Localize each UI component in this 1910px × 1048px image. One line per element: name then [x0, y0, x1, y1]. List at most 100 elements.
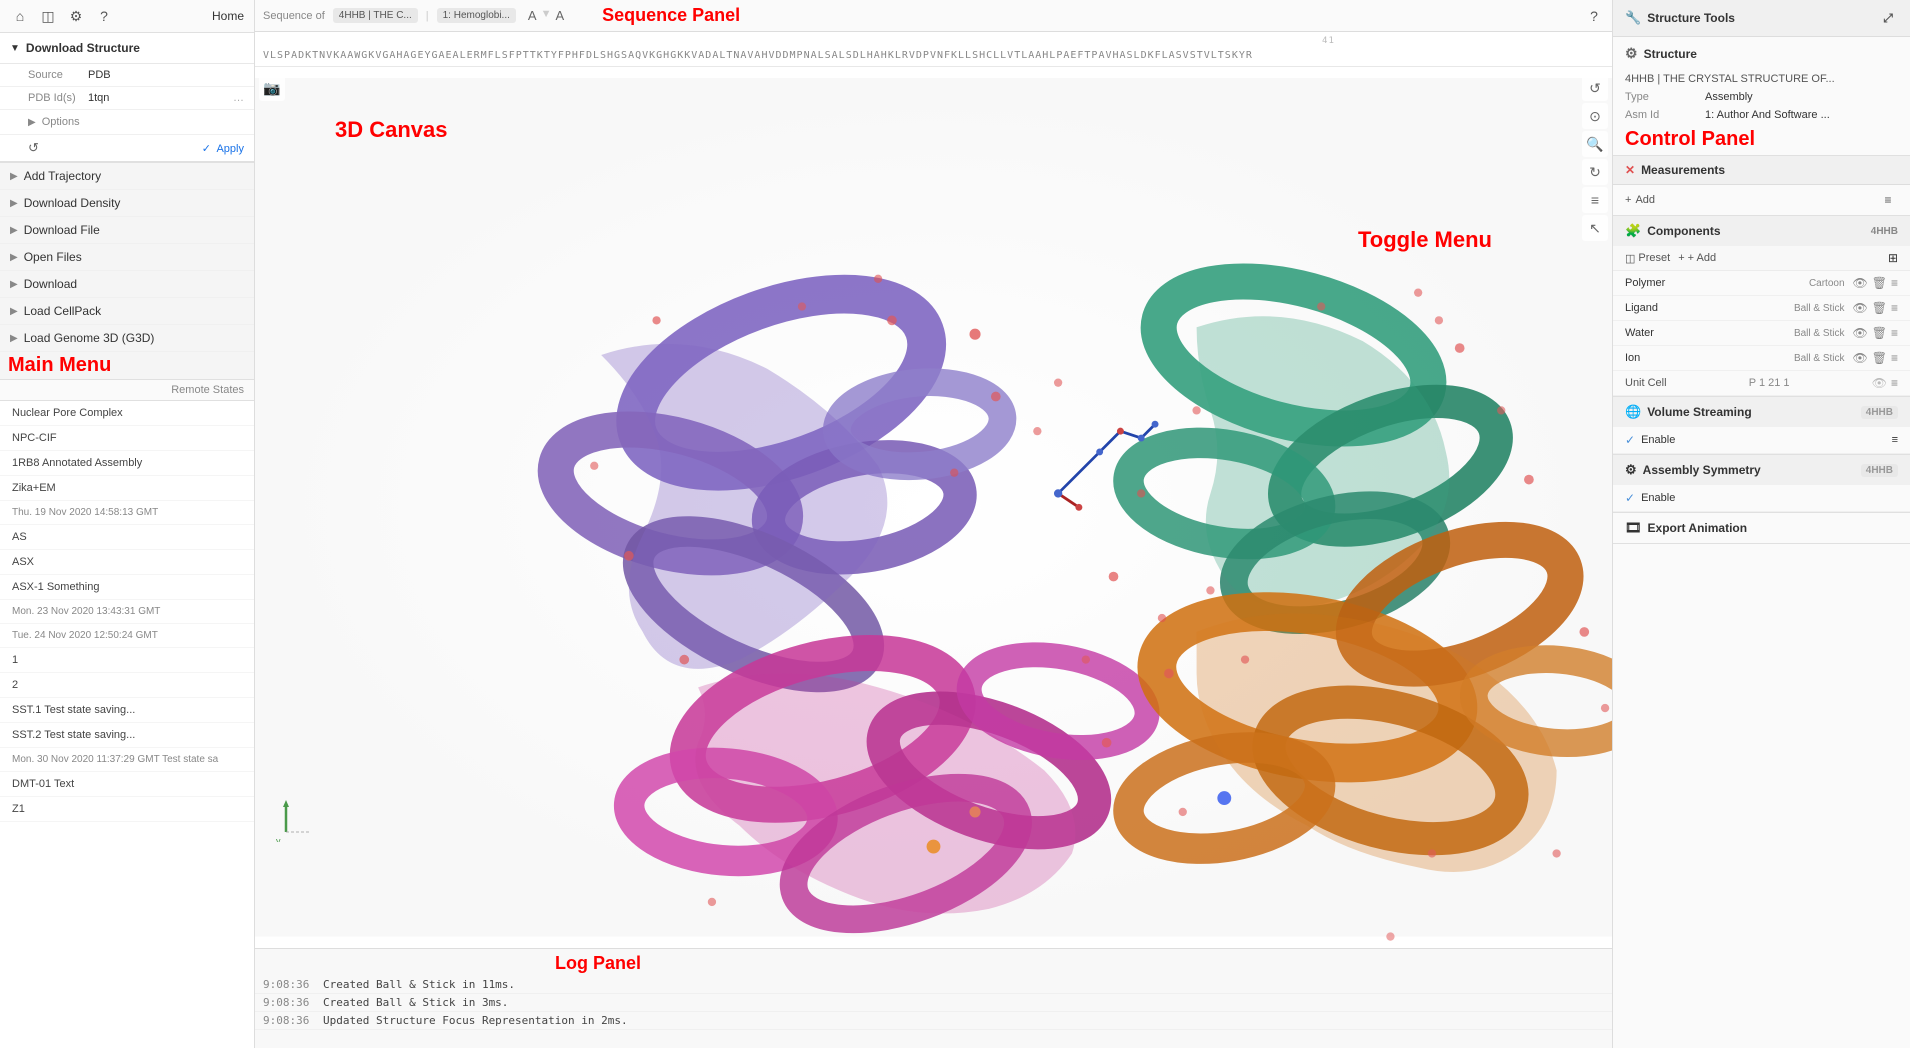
ion-type: Ball & Stick [1685, 353, 1845, 364]
menu-item-download-file[interactable]: ▶ Download File [0, 217, 254, 244]
states-list[interactable]: Nuclear Pore Complex NPC-CIF 1RB8 Annota… [0, 401, 254, 1048]
toggle-spin-btn[interactable]: ↻ [1582, 159, 1608, 185]
assembly-section: ⚙ Assembly Symmetry 4HHB ✓ Enable [1613, 455, 1910, 513]
components-grid-icon[interactable]: ⊞ [1888, 251, 1898, 265]
water-actions: 👁 🗑 ≡ [1853, 326, 1898, 340]
menu-label: Download [24, 277, 77, 291]
components-label: Components [1647, 224, 1720, 238]
ion-actions: 👁 🗑 ≡ [1853, 351, 1898, 365]
mouse-mode-btn[interactable]: ↖ [1582, 215, 1608, 241]
settings-icon-btn[interactable]: ⚙ [66, 6, 86, 26]
menu-item-load-cellpack[interactable]: ▶ Load CellPack [0, 298, 254, 325]
state-item[interactable]: SST.2 Test state saving... [0, 723, 254, 748]
state-item[interactable]: AS [0, 525, 254, 550]
state-item[interactable]: 2 [0, 673, 254, 698]
structure-section-header[interactable]: ⚙ Structure [1613, 37, 1910, 70]
polymer-actions: 👁 🗑 ≡ [1853, 276, 1898, 290]
save-snapshot-btn[interactable]: 📷 [259, 75, 285, 101]
plus-icon: + [1625, 194, 1631, 206]
menu-label: Download File [24, 223, 100, 237]
canvas-area[interactable]: 3D Canvas Toggle Menu 📷 ↺ ⊙ 🔍 ↻ ≡ ↖ [255, 67, 1612, 948]
state-item[interactable]: ASX-1 Something [0, 575, 254, 600]
model-tag[interactable]: 1: Hemoglobi... [437, 8, 516, 23]
menu-item-open-files[interactable]: ▶ Open Files [0, 244, 254, 271]
reset-camera-btn[interactable]: ↺ [1582, 75, 1608, 101]
assembly-header[interactable]: ⚙ Assembly Symmetry 4HHB [1613, 455, 1910, 485]
state-item[interactable]: Zika+EM [0, 476, 254, 501]
ligand-delete-icon[interactable]: 🗑 [1872, 301, 1887, 315]
log-entry: 9:08:36 Created Ball & Stick in 3ms. [255, 994, 1612, 1012]
state-item-timestamp[interactable]: Mon. 23 Nov 2020 13:43:31 GMT [0, 600, 254, 624]
ion-name: Ion [1625, 352, 1685, 364]
refresh-icon[interactable]: ↺ [28, 140, 39, 156]
water-options-icon[interactable]: ≡ [1891, 326, 1898, 340]
structure-section: ⚙ Structure 4HHB | THE CRYSTAL STRUCTURE… [1613, 37, 1910, 156]
state-item[interactable]: Z1 [0, 797, 254, 822]
menu-item-load-genome-3d[interactable]: ▶ Load Genome 3D (G3D) [0, 325, 254, 352]
menu-item-download-density[interactable]: ▶ Download Density [0, 190, 254, 217]
structure-tag[interactable]: 4HHB | THE C... [333, 8, 418, 23]
state-item[interactable]: NPC-CIF [0, 426, 254, 451]
seq-ctrl-a1[interactable]: A [528, 8, 537, 23]
right-panel-header-left: 🔧 Structure Tools [1625, 10, 1735, 26]
components-header[interactable]: 🧩 Components 4HHB [1613, 216, 1910, 246]
ion-options-icon[interactable]: ≡ [1891, 351, 1898, 365]
state-item[interactable]: DMT-01 Text [0, 772, 254, 797]
log-message: Created Ball & Stick in 3ms. [323, 996, 508, 1009]
asm-id-row: Asm Id 1: Author And Software ... [1613, 106, 1910, 124]
state-item[interactable]: 1RB8 Annotated Assembly [0, 451, 254, 476]
preset-btn[interactable]: ◫ Preset [1625, 252, 1670, 265]
state-item-timestamp[interactable]: Thu. 19 Nov 2020 14:58:13 GMT [0, 501, 254, 525]
download-structure-header[interactable]: ▼ Download Structure [0, 33, 254, 64]
polymer-name: Polymer [1625, 277, 1685, 289]
measurements-options-icon[interactable]: ≡ [1878, 190, 1898, 210]
plugin-state-icon[interactable]: ◫ [38, 6, 58, 26]
ion-delete-icon[interactable]: 🗑 [1872, 351, 1887, 365]
state-item[interactable]: Nuclear Pore Complex [0, 401, 254, 426]
orient-axes-btn[interactable]: ⊙ [1582, 103, 1608, 129]
volume-header[interactable]: 🌐 Volume Streaming 4HHB [1613, 397, 1910, 427]
apply-button[interactable]: ✓ Apply [202, 142, 244, 155]
log-panel: Log Panel 9:08:36 Created Ball & Stick i… [255, 948, 1612, 1048]
measurements-header[interactable]: ✕ Measurements [1613, 156, 1910, 185]
unit-cell-options-icon[interactable]: ≡ [1891, 376, 1898, 390]
state-item[interactable]: ASX [0, 550, 254, 575]
controls-btn[interactable]: ≡ [1582, 187, 1608, 213]
axes-indicator: y [271, 792, 321, 842]
measurements-section: ✕ Measurements + Add ≡ [1613, 156, 1910, 216]
expand-icon-btn[interactable]: ⤢ [1878, 8, 1898, 28]
state-item[interactable]: SST.1 Test state saving... [0, 698, 254, 723]
ligand-options-icon[interactable]: ≡ [1891, 301, 1898, 315]
polymer-delete-icon[interactable]: 🗑 [1872, 276, 1887, 290]
seq-question-icon[interactable]: ? [1584, 6, 1604, 26]
help-icon-btn[interactable]: ? [94, 6, 114, 26]
polymer-visibility-icon[interactable]: 👁 [1853, 276, 1868, 290]
ligand-visibility-icon[interactable]: 👁 [1853, 301, 1868, 315]
main-area: Sequence of 4HHB | THE C... | 1: Hemoglo… [255, 0, 1612, 1048]
source-label: Source [28, 69, 88, 81]
type-label: Type [1625, 91, 1705, 103]
menu-label: Open Files [24, 250, 82, 264]
menu-item-add-trajectory[interactable]: ▶ Add Trajectory [0, 163, 254, 190]
state-item-timestamp[interactable]: Tue. 24 Nov 2020 12:50:24 GMT [0, 624, 254, 648]
water-delete-icon[interactable]: 🗑 [1872, 326, 1887, 340]
menu-item-download[interactable]: ▶ Download [0, 271, 254, 298]
water-visibility-icon[interactable]: 👁 [1853, 326, 1868, 340]
components-sub-header: ◫ Preset + + Add ⊞ [1613, 246, 1910, 271]
unit-cell-visibility-icon[interactable]: 👁 [1872, 376, 1887, 390]
zoom-btn[interactable]: 🔍 [1582, 131, 1608, 157]
state-item[interactable]: 1 [0, 648, 254, 673]
seq-ctrl-a2[interactable]: A [555, 8, 564, 23]
components-add-btn[interactable]: + + Add [1678, 252, 1716, 264]
measurements-label: Measurements [1641, 163, 1725, 177]
options-item[interactable]: ▶ Options [0, 110, 254, 135]
polymer-options-icon[interactable]: ≡ [1891, 276, 1898, 290]
home-icon-btn[interactable]: ⌂ [10, 6, 30, 26]
sequence-numbers: 41 [263, 34, 1604, 48]
state-item-timestamp[interactable]: Mon. 30 Nov 2020 11:37:29 GMT Test state… [0, 748, 254, 772]
ion-visibility-icon[interactable]: 👁 [1853, 351, 1868, 365]
volume-enable-options[interactable]: ≡ [1892, 434, 1898, 446]
add-measurement-btn[interactable]: + Add [1625, 194, 1655, 206]
pdb-ids-extra[interactable]: … [233, 92, 244, 104]
export-header[interactable]: 🎞 Export Animation [1613, 513, 1910, 543]
